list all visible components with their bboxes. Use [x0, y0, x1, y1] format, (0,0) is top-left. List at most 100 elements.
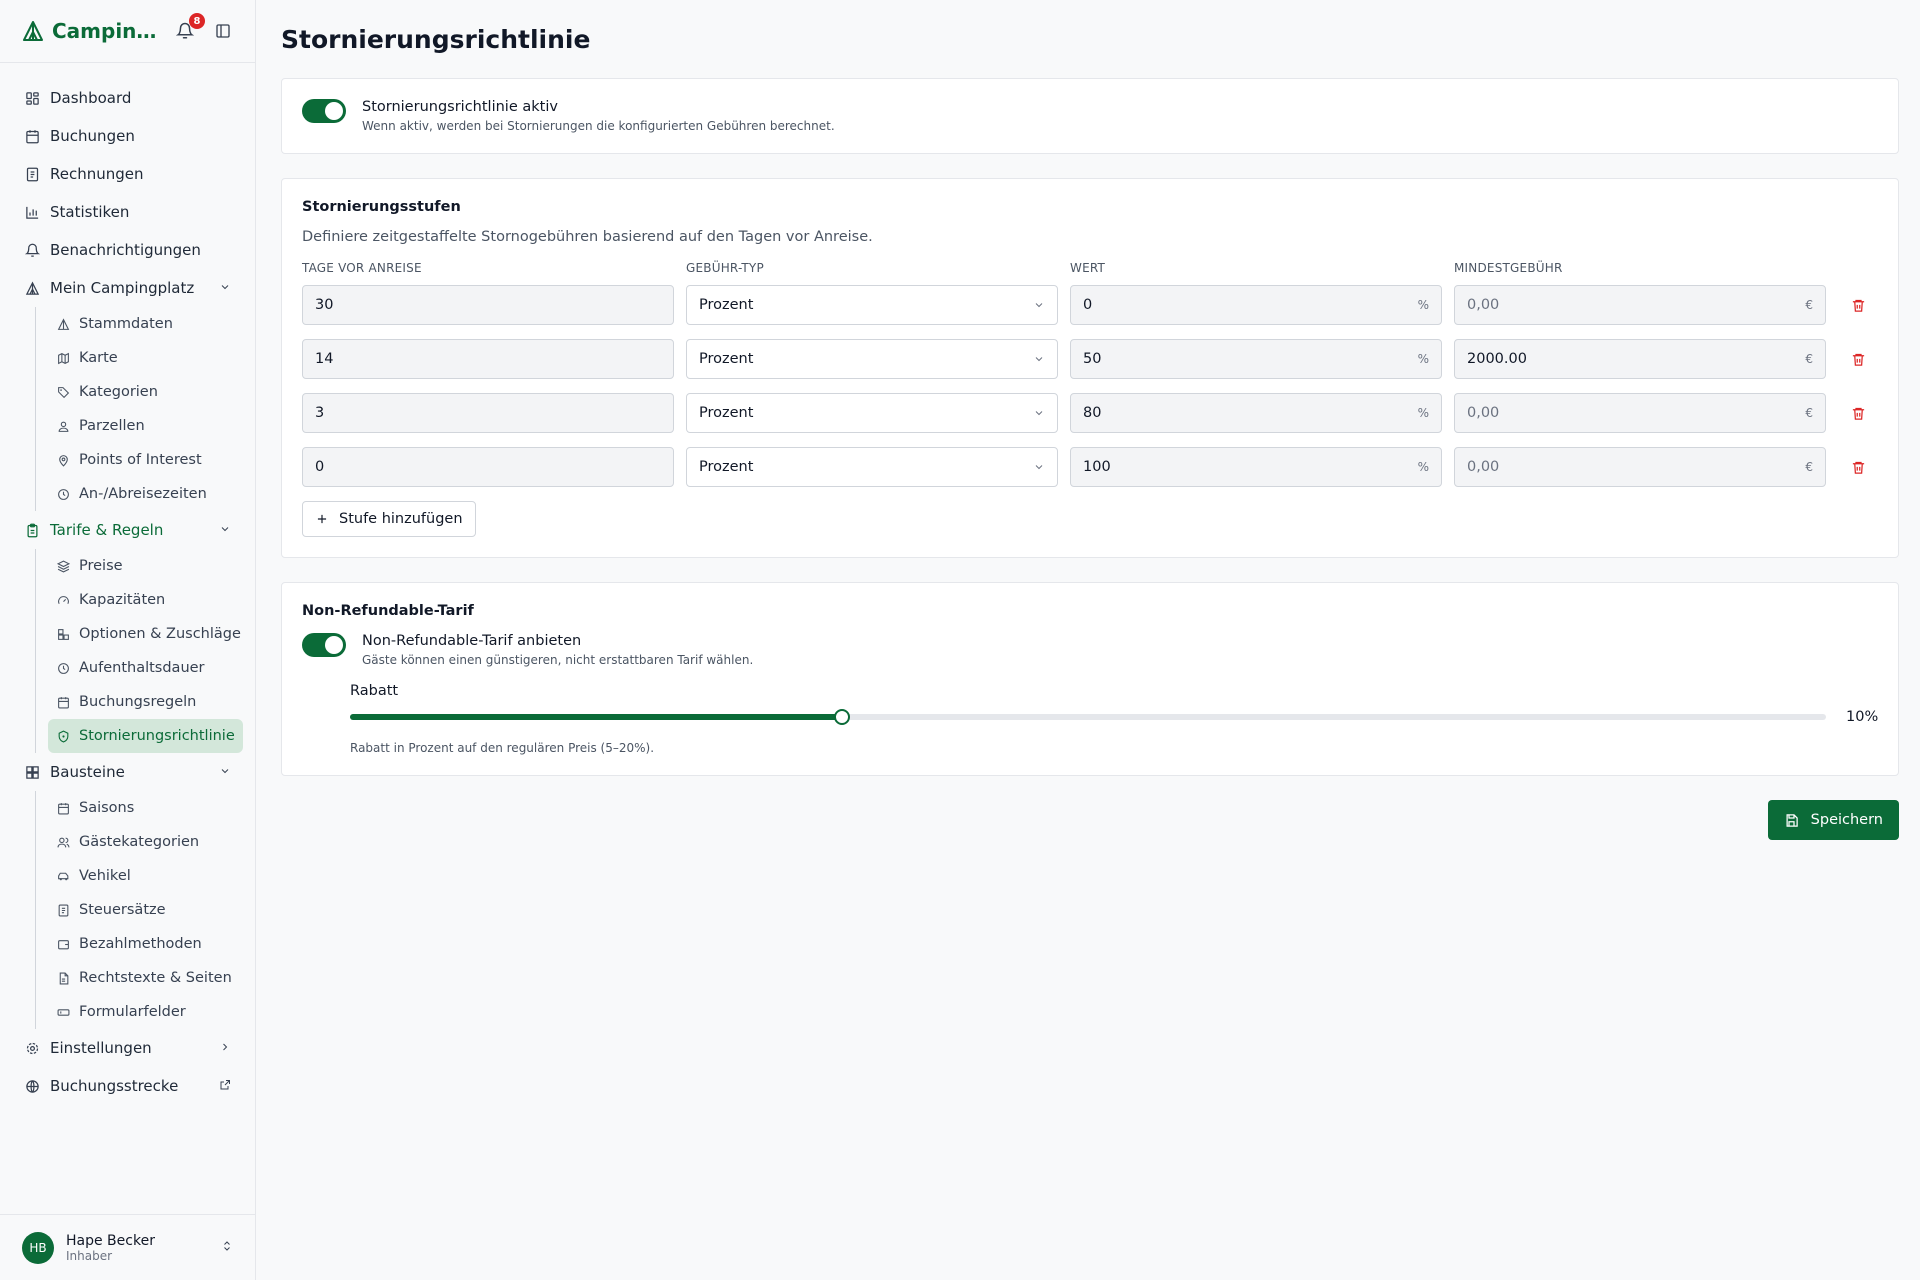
policy-active-toggle[interactable] [302, 99, 346, 123]
nav-group-tarife[interactable]: Tarife & Regeln [12, 511, 243, 549]
sidebar-item-stammdaten[interactable]: Stammdaten [48, 307, 243, 341]
sidebar-item-label: Aufenthaltsdauer [79, 660, 205, 676]
user-menu[interactable]: HB Hape Becker Inhaber [0, 1214, 255, 1280]
nonrefundable-toggle[interactable] [302, 633, 346, 657]
add-tier-label: Stufe hinzufügen [339, 511, 463, 527]
tiers-description: Definiere zeitgestaffelte Stornogebühren… [302, 229, 873, 245]
sidebar-item-bezahlmethoden[interactable]: Bezahlmethoden [48, 927, 243, 961]
value-text: 0 [1083, 297, 1093, 313]
fee-type-value: Prozent [699, 351, 754, 367]
sidebar-item-preise[interactable]: Preise [48, 549, 243, 583]
tent-icon [23, 21, 43, 41]
min-fee-input[interactable]: 2000.00 € [1454, 339, 1826, 379]
page-title: Stornierungsrichtlinie [281, 25, 591, 54]
sidebar-item-an-abreisezeiten[interactable]: An-/Abreisezeiten [48, 477, 243, 511]
sidebar-item-kategorien[interactable]: Kategorien [48, 375, 243, 409]
discount-slider-group: Rabatt 10% Rabatt in Prozent auf den reg… [350, 683, 1878, 755]
calendar-icon [56, 695, 70, 709]
days-value: 0 [315, 459, 325, 475]
save-button[interactable]: Speichern [1767, 800, 1899, 840]
value-text: 80 [1083, 405, 1102, 421]
min-fee-input[interactable]: 0,00 € [1454, 285, 1826, 325]
layers-icon [56, 559, 70, 573]
min-fee-value: 0,00 [1467, 459, 1500, 475]
value-input[interactable]: 50% [1070, 339, 1442, 379]
sidebar-item-optionen[interactable]: Optionen & Zuschläge [48, 617, 243, 651]
sidebar-item-aufenthaltsdauer[interactable]: Aufenthaltsdauer [48, 651, 243, 685]
fee-type-select[interactable]: Prozent [686, 285, 1058, 325]
nav-label: Statistiken [50, 203, 130, 221]
delete-tier-button[interactable] [1838, 339, 1878, 379]
sidebar-item-formularfelder[interactable]: Formularfelder [48, 995, 243, 1029]
tiers-header: Tage vor Anreise Gebühr-Typ Wert Mindest… [302, 261, 1878, 285]
days-input[interactable]: 0 [302, 447, 674, 487]
min-fee-input[interactable]: 0,00 € [1454, 447, 1826, 487]
slider-thumb[interactable] [833, 709, 850, 725]
avatar: HB [22, 1231, 54, 1264]
sidebar-item-parzellen[interactable]: Parzellen [48, 409, 243, 443]
clock-icon [56, 487, 70, 501]
sidebar-item-label: Kapazitäten [79, 592, 166, 608]
sidebar-item-saisons[interactable]: Saisons [48, 791, 243, 825]
fee-type-select[interactable]: Prozent [686, 447, 1058, 487]
value-input[interactable]: 100% [1070, 447, 1442, 487]
min-fee-input[interactable]: 0,00 € [1454, 393, 1826, 433]
sidebar-item-label: Rechtstexte & Seiten [79, 970, 232, 986]
nav-item-buchungsstrecke[interactable]: Buchungsstrecke [12, 1067, 243, 1105]
sidebar-item-steuersaetze[interactable]: Steuersätze [48, 893, 243, 927]
sidebar-item-stornierungsrichtlinie[interactable]: Stornierungsrichtlinie [48, 719, 243, 753]
delete-tier-button[interactable] [1838, 447, 1878, 487]
nav-item-benachrichtigungen[interactable]: Benachrichtigungen [12, 231, 243, 269]
sidebar-item-label: Buchungsregeln [79, 694, 197, 710]
policy-active-description: Wenn aktiv, werden bei Stornierungen die… [362, 119, 835, 133]
days-input[interactable]: 14 [302, 339, 674, 379]
value-input[interactable]: 80% [1070, 393, 1442, 433]
bar-chart-icon [24, 204, 40, 220]
chevron-down-icon [1035, 411, 1043, 416]
add-tier-button[interactable]: Stufe hinzufügen [302, 501, 476, 537]
days-input[interactable]: 3 [302, 393, 674, 433]
notifications-button[interactable]: 8 [173, 13, 205, 43]
delete-tier-button[interactable] [1838, 285, 1878, 325]
nav-group-bausteine[interactable]: Bausteine [12, 753, 243, 791]
nav-item-dashboard[interactable]: Dashboard [12, 79, 243, 117]
fee-type-select[interactable]: Prozent [686, 339, 1058, 379]
sidebar: Campin… 8 Dashboard Buchungen Rechnungen [0, 0, 256, 1280]
nav-label: Buchungsstrecke [50, 1077, 179, 1095]
nav-item-rechnungen[interactable]: Rechnungen [12, 155, 243, 193]
nav-item-einstellungen[interactable]: Einstellungen [12, 1029, 243, 1067]
sidebar-item-kapazitaeten[interactable]: Kapazitäten [48, 583, 243, 617]
calendar-icon [24, 128, 40, 144]
policy-active-label: Stornierungsrichtlinie aktiv [362, 99, 558, 115]
nav-item-statistiken[interactable]: Statistiken [12, 193, 243, 231]
chevron-down-icon [1035, 465, 1043, 470]
sidebar-item-vehikel[interactable]: Vehikel [48, 859, 243, 893]
main-content: Stornierungsrichtlinie Stornierungsricht… [256, 0, 1920, 1280]
sidebar-item-buchungsregeln[interactable]: Buchungsregeln [48, 685, 243, 719]
days-input[interactable]: 30 [302, 285, 674, 325]
sidebar-item-poi[interactable]: Points of Interest [48, 443, 243, 477]
sidebar-item-karte[interactable]: Karte [48, 341, 243, 375]
nav-group-mein-campingplatz[interactable]: Mein Campingplatz [12, 269, 243, 307]
sidebar-toggle-button[interactable] [213, 21, 233, 41]
sidebar-item-label: Optionen & Zuschläge [79, 626, 241, 642]
brand[interactable]: Campin… [22, 19, 173, 43]
sidebar-item-label: Formularfelder [79, 1004, 186, 1020]
nav-label: Einstellungen [50, 1039, 152, 1057]
nav-label: Benachrichtigungen [50, 241, 201, 259]
sidebar-item-label: Stammdaten [79, 316, 173, 332]
sidebar-item-rechtstexte[interactable]: Rechtstexte & Seiten [48, 961, 243, 995]
sidebar-item-gaestekategorien[interactable]: Gästekategorien [48, 825, 243, 859]
fee-type-select[interactable]: Prozent [686, 393, 1058, 433]
sidebar-item-label: Kategorien [79, 384, 158, 400]
discount-slider[interactable] [350, 709, 1826, 725]
policy-active-card: Stornierungsrichtlinie aktiv Wenn aktiv,… [281, 78, 1899, 154]
sidebar-item-label: Saisons [79, 800, 135, 816]
nav-item-buchungen[interactable]: Buchungen [12, 117, 243, 155]
sidebar-item-label: Karte [79, 350, 118, 366]
delete-tier-button[interactable] [1838, 393, 1878, 433]
tier-row: 3 Prozent 80% 0,00 € [302, 393, 1878, 433]
users-icon [56, 835, 70, 849]
tag-icon [56, 385, 70, 399]
value-input[interactable]: 0% [1070, 285, 1442, 325]
